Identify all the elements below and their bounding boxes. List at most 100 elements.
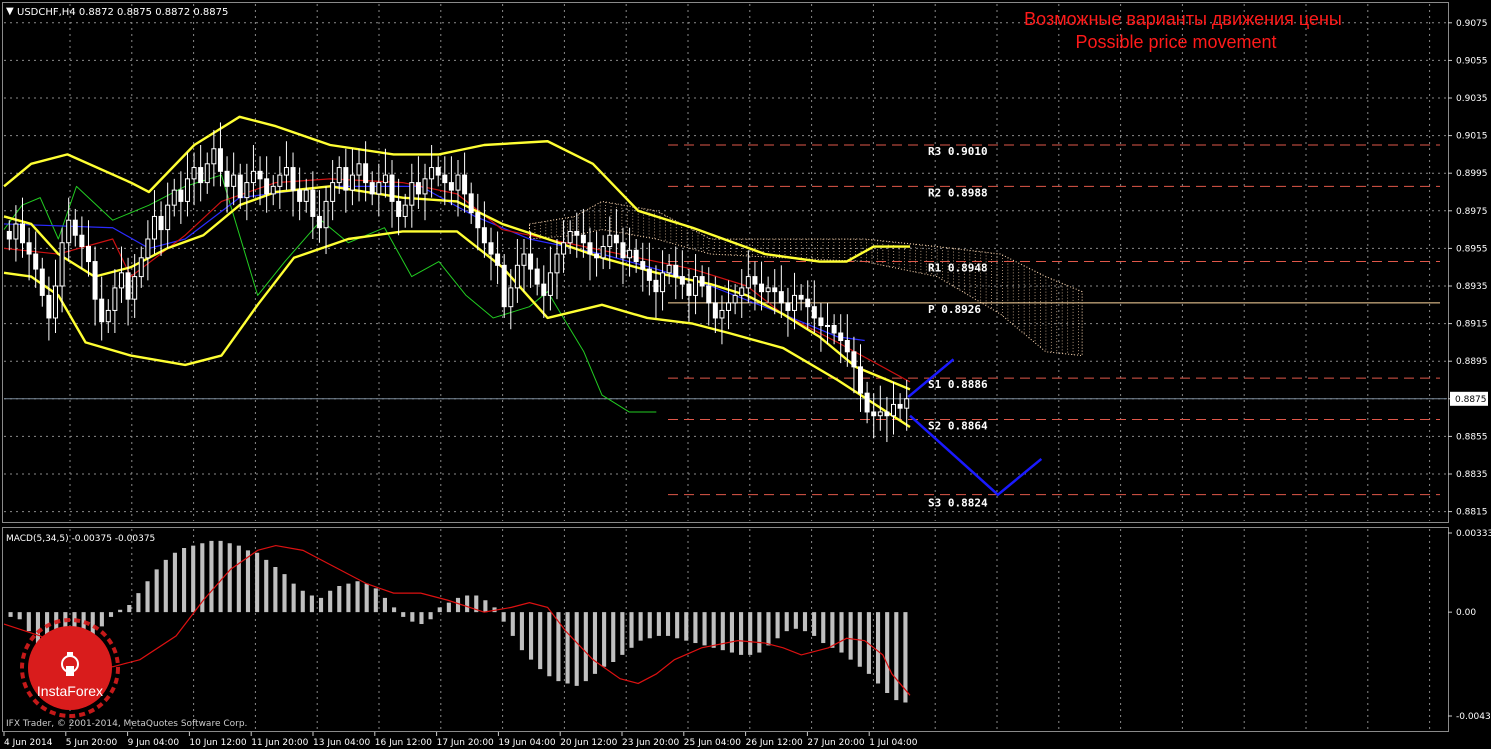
candle-body [415,182,421,195]
candle-body [429,167,435,180]
candle-body [244,182,250,199]
candle-body [501,264,507,308]
candle-body [270,185,276,195]
x-tick-label: 9 Jun 04:00 [128,738,180,748]
candle-body [653,279,659,293]
macd-y-tick-label: 0.00 [1456,608,1476,618]
candle-body [343,167,349,191]
level-label-r1: R1 0.8948 [928,262,988,275]
candle-body [547,272,553,296]
macd-y-tick-label: 0.00333 [1456,529,1491,539]
candle-body [613,234,619,244]
candle-body [363,163,369,184]
annotation-title-en: Possible price movement [1075,32,1276,52]
x-tick-label: 5 Jun 20:00 [66,738,118,748]
candle-body [402,204,408,217]
candle-body [574,230,580,236]
candle-body [66,219,72,244]
candle-body [765,287,771,293]
candle-body [224,170,230,187]
y-tick-label: 0.8955 [1456,244,1488,254]
candle-body [620,242,626,259]
candle-body [844,340,850,353]
candle-body [132,276,138,300]
candle-body [673,264,679,278]
candle-body [726,302,732,311]
candle-body [39,268,45,296]
candle-body [283,167,289,176]
candle-body [204,163,210,184]
candle-body [217,148,223,172]
candle-body [706,285,712,304]
candle-body [864,392,870,413]
candle-body [6,230,12,240]
chart-dropdown-icon[interactable]: ▼ [6,6,14,17]
candle-body [151,215,157,240]
candle-body [594,253,600,259]
candle-body [646,268,652,281]
candle-body [514,264,520,289]
candle-body [79,234,85,248]
candle-body [184,178,190,202]
candle-body [831,324,837,334]
candle-body [699,276,705,287]
candle-body [580,234,586,244]
candle-body [198,167,204,184]
candle-body [752,276,758,285]
candle-body [805,298,811,308]
y-tick-label: 0.8855 [1456,432,1488,442]
level-label-s1: S1 0.8886 [928,378,988,391]
x-tick-label: 16 Jun 12:00 [375,738,432,748]
candle-body [396,200,402,217]
candle-body [679,276,685,285]
candle-body [171,189,177,206]
x-tick-label: 19 Jun 04:00 [498,738,555,748]
candle-body [745,276,751,289]
candle-body [541,283,547,296]
candle-body [435,167,441,176]
candle-body [693,276,699,296]
current-price-label: 0.8875 [1455,395,1487,405]
candle-body [33,253,39,270]
x-tick-label: 26 Jun 12:00 [746,738,803,748]
candle-body [237,174,243,199]
candle-body [640,261,646,270]
candle-body [448,182,454,191]
candle-body [382,174,388,184]
candle-body [660,272,666,293]
candle-body [99,298,105,323]
annotation-title-ru: Возможные варианты движения цены [1024,9,1342,29]
candle-body [561,242,567,255]
candle-body [884,411,890,417]
candle-body [904,398,910,409]
candle-body [739,287,745,296]
candle-body [191,167,197,180]
candle-body [666,264,672,274]
candle-body [633,249,639,263]
candle-body [277,174,283,187]
candle-body [257,170,263,180]
candle-body [336,167,342,184]
candle-body [891,403,897,417]
chart-background [0,0,1491,749]
level-label-p: P 0.8926 [928,303,981,316]
candle-body [369,182,375,195]
candle-body [877,411,883,417]
candle-body [600,246,606,259]
candle-body [607,234,613,248]
y-tick-label: 0.8895 [1456,357,1488,367]
candle-body [455,174,461,191]
x-tick-label: 23 Jun 20:00 [622,738,679,748]
candle-body [521,253,527,266]
candle-body [19,223,25,244]
macd-label: MACD(5,34,5) -0.00375 -0.00375 [6,534,155,544]
candle-body [112,287,118,311]
level-label-r2: R2 0.8988 [928,186,988,199]
candle-body [851,351,857,368]
macd-y-tick-label: -0.00437 [1456,712,1491,722]
candle-body [554,253,560,274]
candle-body [85,246,91,263]
candle-body [409,182,415,206]
candle-body [13,223,19,240]
candle-body [858,366,864,394]
